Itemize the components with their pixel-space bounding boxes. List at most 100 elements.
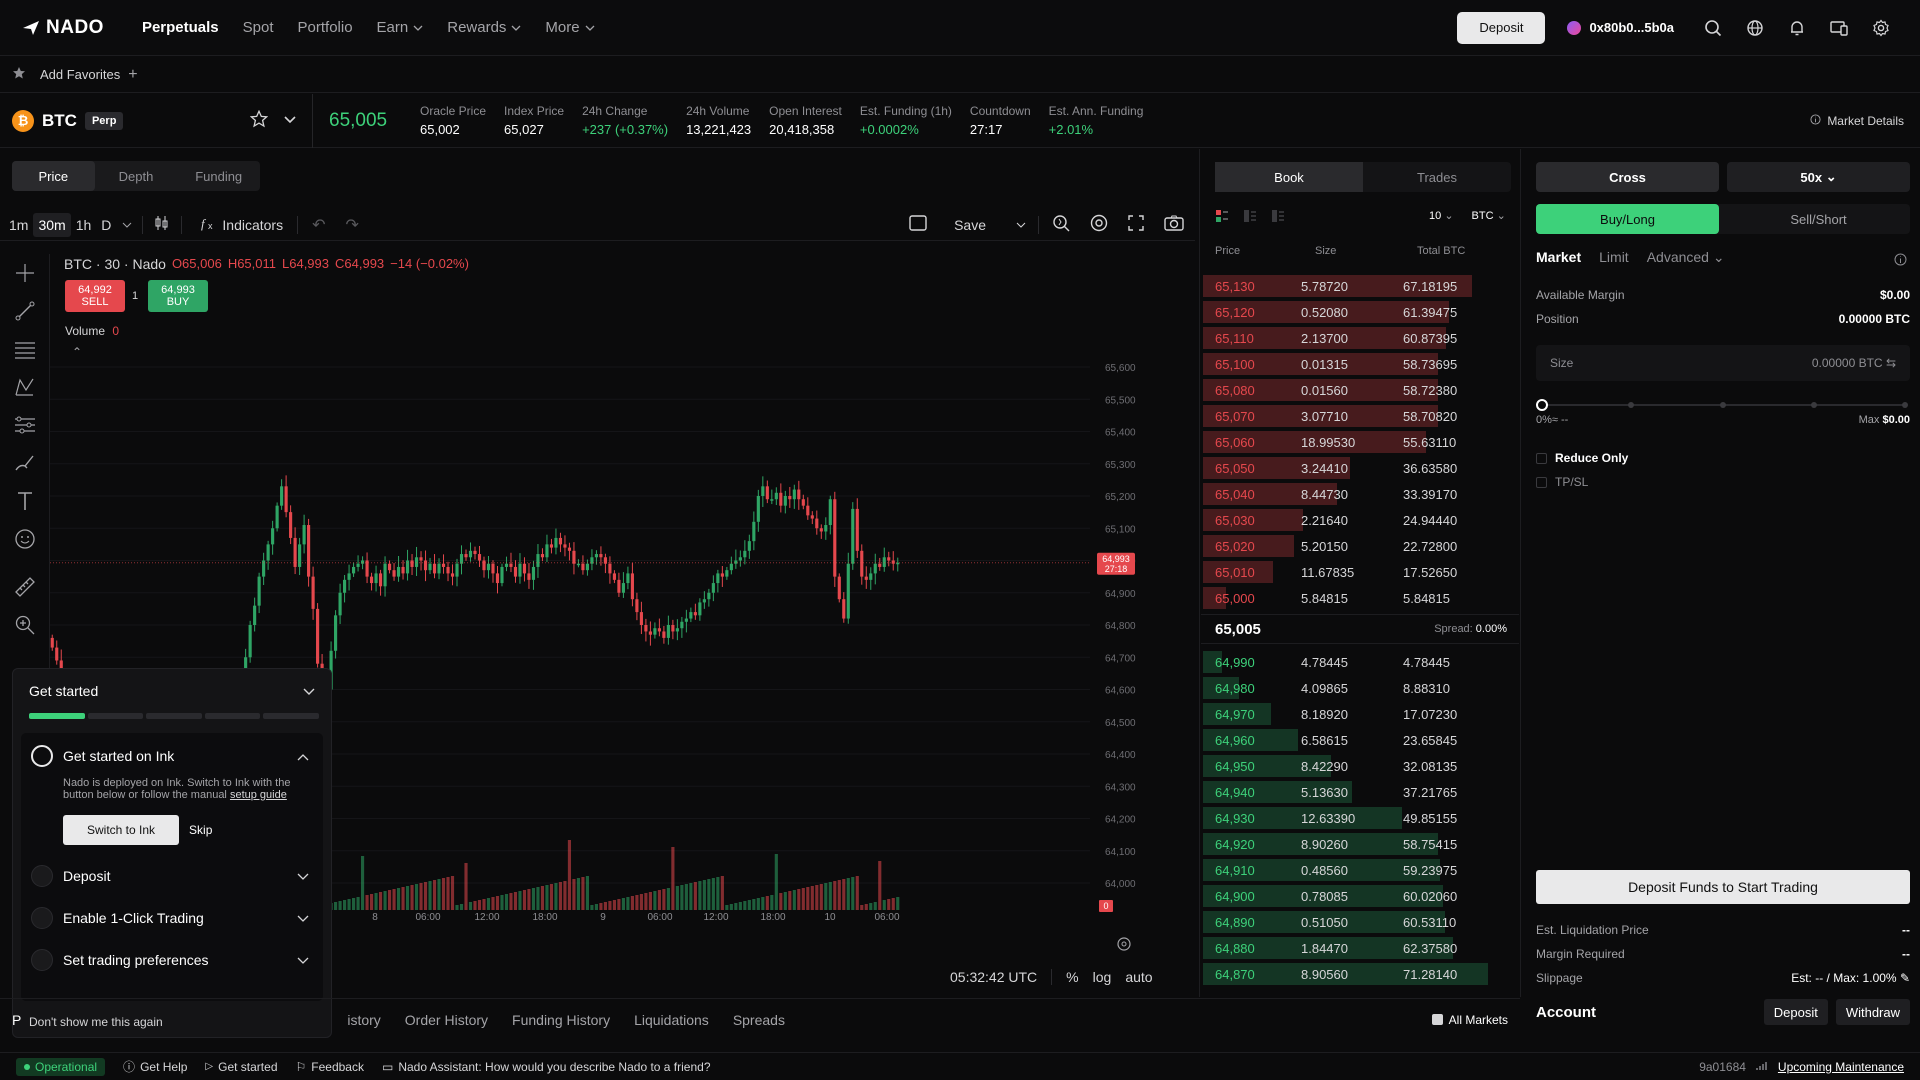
book-bids-icon[interactable]: [1243, 209, 1257, 226]
save-button[interactable]: Save: [954, 217, 986, 233]
ask-row[interactable]: 65,060 18.99530 55.63110: [1201, 429, 1519, 455]
slider-handle[interactable]: [1536, 399, 1548, 411]
quick-buy-button[interactable]: 64,993 BUY: [148, 280, 208, 312]
collapse-legend-icon[interactable]: ⌃: [72, 345, 82, 359]
info-icon[interactable]: [1894, 253, 1907, 269]
tab-funding-history[interactable]: Funding History: [512, 1012, 610, 1028]
tab-depth[interactable]: Depth: [95, 161, 178, 191]
ask-row[interactable]: 65,110 2.13700 60.87395: [1201, 325, 1519, 351]
nav-spot[interactable]: Spot: [231, 19, 286, 36]
plus-icon[interactable]: +: [128, 66, 137, 84]
margin-mode-button[interactable]: Cross: [1536, 162, 1719, 192]
bid-row[interactable]: 64,870 8.90560 71.28140: [1201, 961, 1519, 987]
quick-search-icon[interactable]: [1051, 213, 1071, 236]
ask-row[interactable]: 65,040 8.44730 33.39170: [1201, 481, 1519, 507]
auto-scale-toggle[interactable]: auto: [1125, 969, 1152, 985]
all-markets-filter[interactable]: All Markets: [1431, 1013, 1508, 1027]
ask-row[interactable]: 65,050 3.24410 36.63580: [1201, 455, 1519, 481]
status-operational-badge[interactable]: Operational: [16, 1057, 106, 1076]
step-get-started-on-ink[interactable]: Get started on Ink: [31, 745, 313, 767]
horizontal-lines-icon[interactable]: [0, 330, 50, 368]
leverage-button[interactable]: 50x ⌄: [1727, 162, 1910, 192]
ask-row[interactable]: 65,100 0.01315 58.73695: [1201, 351, 1519, 377]
bid-row[interactable]: 64,900 0.78085 60.02060: [1201, 883, 1519, 909]
pattern-icon[interactable]: [0, 368, 50, 406]
crosshair-icon[interactable]: [0, 254, 50, 292]
nado-logo[interactable]: NADO: [22, 17, 104, 39]
swap-icon[interactable]: ⇆: [1886, 356, 1896, 370]
bell-icon[interactable]: [1776, 12, 1818, 44]
ask-row[interactable]: 65,010 11.67835 17.52650: [1201, 559, 1519, 585]
unit-select[interactable]: BTC ⌄: [1472, 209, 1506, 222]
nado-assistant-link[interactable]: ▭ Nado Assistant: How would you describe …: [382, 1060, 711, 1074]
tab-positions-partial[interactable]: P: [12, 1012, 21, 1028]
buy-long-tab[interactable]: Buy/Long: [1536, 204, 1719, 234]
bid-row[interactable]: 64,970 8.18920 17.07230: [1201, 701, 1519, 727]
bid-row[interactable]: 64,920 8.90260 58.75415: [1201, 831, 1519, 857]
tab-istory[interactable]: istory: [347, 1012, 380, 1028]
globe-icon[interactable]: [1734, 12, 1776, 44]
gear-icon[interactable]: [1860, 12, 1902, 44]
market-selector[interactable]: ₿ BTC Perp: [12, 109, 312, 132]
settings-icon[interactable]: [1089, 213, 1109, 236]
reduce-only-checkbox[interactable]: Reduce Only: [1536, 451, 1628, 465]
brush-icon[interactable]: [0, 444, 50, 482]
nav-earn[interactable]: Earn: [365, 19, 436, 36]
step-set-trading-preferences[interactable]: Set trading preferences: [31, 949, 313, 971]
indicators-button[interactable]: Indicators: [222, 217, 283, 233]
bid-row[interactable]: 64,890 0.51050 60.53110: [1201, 909, 1519, 935]
interval-D[interactable]: D: [96, 213, 116, 237]
book-asks-icon[interactable]: [1271, 209, 1285, 226]
nav-more[interactable]: More: [533, 19, 606, 36]
fullscreen-icon[interactable]: [1127, 214, 1145, 235]
order-type-market[interactable]: Market: [1536, 249, 1581, 266]
account-withdraw-button[interactable]: Withdraw: [1835, 999, 1910, 1025]
bid-row[interactable]: 64,930 12.63390 49.85155: [1201, 805, 1519, 831]
ask-row[interactable]: 65,080 0.01560 58.72380: [1201, 377, 1519, 403]
camera-icon[interactable]: [1163, 214, 1185, 235]
measure-lines-icon[interactable]: [0, 406, 50, 444]
ruler-icon[interactable]: [0, 568, 50, 606]
layout-icon[interactable]: [908, 214, 928, 235]
indicators-icon[interactable]: fx: [200, 214, 216, 235]
get-started-link[interactable]: ▷ Get started: [205, 1060, 277, 1074]
skip-button[interactable]: Skip: [189, 823, 212, 837]
market-details-button[interactable]: Market Details: [1810, 114, 1904, 128]
candle-type-icon[interactable]: [153, 214, 171, 235]
chevron-down-icon[interactable]: [282, 110, 298, 131]
ask-row[interactable]: 65,000 5.84815 5.84815: [1201, 585, 1519, 611]
bid-row[interactable]: 64,950 8.42290 32.08135: [1201, 753, 1519, 779]
trendline-icon[interactable]: [0, 292, 50, 330]
percent-scale-toggle[interactable]: %: [1066, 969, 1078, 985]
ask-row[interactable]: 65,020 5.20150 22.72800: [1201, 533, 1519, 559]
quick-sell-button[interactable]: 64,992 SELL: [65, 280, 125, 312]
tab-liquidations[interactable]: Liquidations: [634, 1012, 709, 1028]
text-icon[interactable]: [0, 482, 50, 520]
account-deposit-button[interactable]: Deposit: [1763, 999, 1828, 1025]
size-input[interactable]: Size 0.00000 BTC ⇆: [1536, 345, 1910, 381]
interval-30m[interactable]: 30m: [33, 212, 71, 237]
get-help-link[interactable]: ⓘ Get Help: [123, 1058, 187, 1075]
chevron-down-icon[interactable]: [303, 683, 315, 699]
bid-row[interactable]: 64,940 5.13630 37.21765: [1201, 779, 1519, 805]
interval-1h[interactable]: 1h: [71, 213, 97, 237]
tab-book[interactable]: Book: [1215, 162, 1363, 192]
wallet-button[interactable]: 0x80b0...5b0a: [1567, 20, 1674, 35]
step-enable-1-click-trading[interactable]: Enable 1-Click Trading: [31, 907, 313, 929]
nav-portfolio[interactable]: Portfolio: [286, 19, 365, 36]
setup-guide-link[interactable]: setup guide: [230, 789, 287, 801]
tab-funding[interactable]: Funding: [177, 161, 260, 191]
chevron-down-icon[interactable]: [122, 217, 132, 232]
deposit-button[interactable]: Deposit: [1457, 11, 1546, 44]
nav-rewards[interactable]: Rewards: [435, 19, 533, 36]
ask-row[interactable]: 65,120 0.52080 61.39475: [1201, 299, 1519, 325]
undo-icon[interactable]: ↶: [312, 215, 325, 235]
zoom-in-icon[interactable]: [0, 606, 50, 644]
feedback-link[interactable]: ⚐ Feedback: [296, 1060, 364, 1074]
utc-time[interactable]: 05:32:42 UTC: [950, 969, 1037, 985]
redo-icon[interactable]: ↷: [346, 215, 359, 235]
book-both-icon[interactable]: [1215, 209, 1229, 226]
bid-row[interactable]: 64,960 6.58615 23.65845: [1201, 727, 1519, 753]
bid-row[interactable]: 64,980 4.09865 8.88310: [1201, 675, 1519, 701]
chevron-down-icon[interactable]: [1016, 217, 1026, 232]
